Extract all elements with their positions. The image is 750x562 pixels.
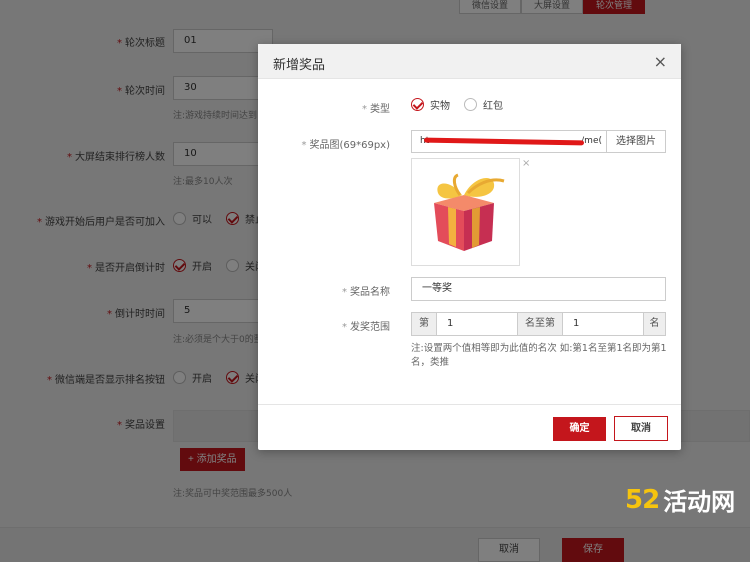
choose-image-button[interactable]: 选择图片 [607,130,666,153]
gift-box-icon [434,173,505,251]
range-suffix: 名 [643,312,666,336]
image-url-input[interactable]: ht /me( [411,130,607,153]
redaction-scribble [423,137,585,146]
remove-image-icon[interactable]: × [522,158,530,169]
radio-red-packet-label: 红包 [483,101,503,112]
watermark-number: 52 [625,484,660,515]
radio-physical[interactable] [411,98,424,111]
range-from-input[interactable]: 1 [437,312,517,336]
dialog-header: 新增奖品 × [258,44,681,79]
range-mid: 名至第 [517,312,563,336]
range-note: 注:设置两个值相等即为此值的名次 如:第1名至第1名即为第1名，类推 [411,343,667,368]
prize-name-input[interactable]: 一等奖 [411,277,666,301]
prize-name-label: * 奖品名称 [342,287,390,298]
prize-image-thumbnail [411,158,520,266]
range-to-input[interactable]: 1 [563,312,643,336]
dialog-title: 新增奖品 [273,58,326,73]
range-prefix: 第 [411,312,437,336]
award-range-label: * 发奖范围 [342,322,390,333]
image-label: * 奖品图(69*69px) [301,140,390,151]
award-range-inputs: 第 1 名至第 1 名 [411,312,666,336]
cancel-button[interactable]: 取消 [614,416,668,441]
radio-red-packet[interactable] [464,98,477,111]
radio-physical-label: 实物 [430,101,450,112]
close-icon[interactable]: × [654,52,667,71]
watermark-text: 活动网 [663,488,736,516]
dialog-footer: 确定 取消 [258,404,681,450]
add-prize-dialog: 新增奖品 × *类型 实物 红包 *奖品图(69*69px) ht /me( 选… [258,44,681,450]
type-radio-group: 实物 红包 [411,97,503,112]
confirm-button[interactable]: 确定 [553,417,606,441]
watermark-logo: 52 活动网 [625,482,735,517]
type-label: * 类型 [362,104,390,115]
